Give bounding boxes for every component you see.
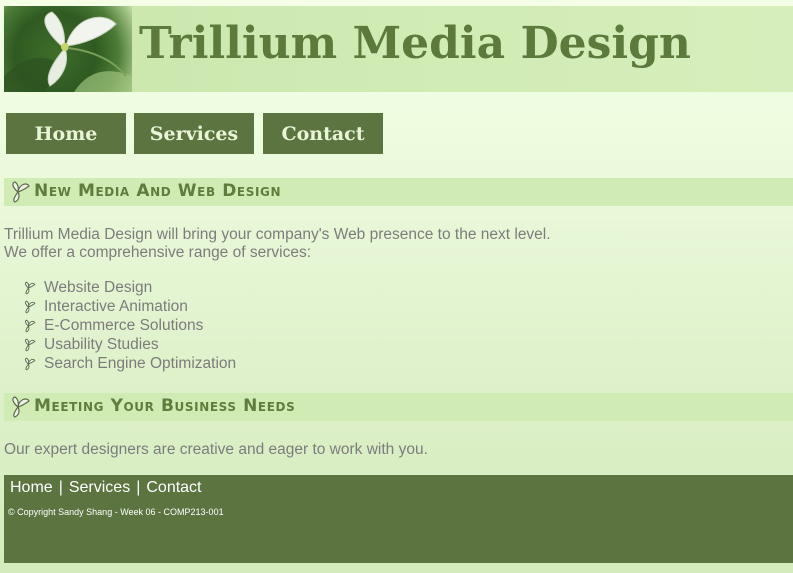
list-item: Usability Studies — [22, 335, 236, 354]
intro-text-line2: We offer a comprehensive range of servic… — [4, 244, 311, 261]
service-label: Interactive Animation — [44, 298, 188, 315]
list-item: Interactive Animation — [22, 297, 236, 316]
nav-contact-button[interactable]: Contact — [263, 113, 383, 154]
service-label: Usability Studies — [44, 336, 159, 353]
trillium-bullet-icon — [22, 300, 36, 314]
nav-home-button[interactable]: Home — [6, 113, 126, 154]
trillium-bullet-icon — [7, 395, 31, 424]
footer-separator: | — [58, 479, 63, 496]
service-label: E-Commerce Solutions — [44, 317, 204, 334]
trillium-bullet-icon — [22, 319, 36, 333]
nav-services-button[interactable]: Services — [134, 113, 254, 154]
list-item: E-Commerce Solutions — [22, 316, 236, 335]
footer-link-services[interactable]: Services — [69, 479, 130, 496]
section-heading-bar: New Media And Web Design — [4, 178, 793, 206]
services-list: Website Design Interactive Animation E-C… — [22, 278, 236, 373]
service-label: Website Design — [44, 279, 153, 296]
copyright-text: © Copyright Sandy Shang - Week 06 - COMP… — [8, 507, 224, 517]
intro-text-line1: Trillium Media Design will bring your co… — [4, 226, 551, 243]
site-title: Trillium Media Design — [139, 18, 691, 69]
trillium-bullet-icon — [22, 338, 36, 352]
footer-nav: Home | Services | Contact — [10, 479, 202, 497]
list-item: Website Design — [22, 278, 236, 297]
footer-link-home[interactable]: Home — [10, 479, 53, 496]
trillium-flower-logo — [4, 6, 132, 92]
section-heading: Meeting Your Business Needs — [34, 396, 296, 416]
trillium-bullet-icon — [7, 180, 31, 209]
service-label: Search Engine Optimization — [44, 355, 237, 372]
section-heading-bar: Meeting Your Business Needs — [4, 393, 793, 421]
trillium-bullet-icon — [22, 281, 36, 295]
site-footer: Home | Services | Contact © Copyright Sandy … — [4, 475, 793, 563]
trillium-bullet-icon — [22, 357, 36, 371]
business-text: Our expert designers are creative and ea… — [4, 441, 428, 458]
footer-link-contact[interactable]: Contact — [146, 479, 201, 496]
list-item: Search Engine Optimization — [22, 354, 236, 373]
site-header: Trillium Media Design — [4, 6, 793, 92]
section-heading: New Media And Web Design — [34, 181, 282, 201]
footer-separator: | — [136, 479, 141, 496]
